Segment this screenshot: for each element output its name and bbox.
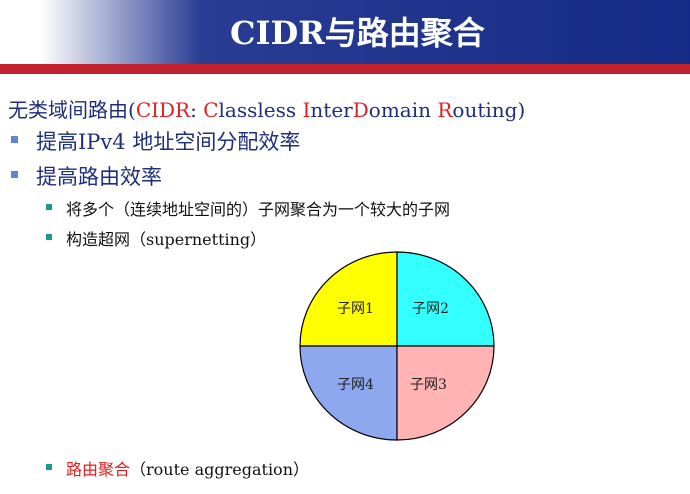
letter-r: R <box>437 98 453 122</box>
cidr-prefix: 无类域间路由( <box>8 98 136 122</box>
subnet-pie-diagram <box>299 251 495 441</box>
slide-header: CIDR与路由聚合 <box>0 0 690 64</box>
cidr-colon: : <box>190 98 204 122</box>
bullet-square-icon <box>11 136 18 143</box>
word-classless: lassless <box>218 98 303 122</box>
subnet-3-label: 子网3 <box>410 377 447 393</box>
slide-title: CIDR与路由聚合 <box>230 14 485 52</box>
sub-bullet-square-icon <box>46 234 52 240</box>
sub-bullet-square-icon <box>46 464 52 470</box>
sub-bullet-route-aggregation: 路由聚合（route aggregation） <box>66 456 309 480</box>
subnet-4-label: 子网4 <box>337 377 374 393</box>
letter-d: D <box>352 98 369 122</box>
sub-bullet-square-icon <box>46 204 52 210</box>
subnet-2-label: 子网2 <box>412 301 449 317</box>
cidr-definition: 无类域间路由(CIDR: Classless InterDomain Routi… <box>8 94 525 123</box>
sub-bullet-aggregate-subnets: 将多个（连续地址空间的）子网聚合为一个较大的子网 <box>66 200 451 219</box>
header-accent-bar <box>0 64 690 74</box>
sub-bullet-supernetting: 构造超网（supernetting） <box>66 230 267 249</box>
cidr-abbr: CIDR <box>135 98 191 122</box>
word-omain: omain <box>368 98 438 122</box>
route-aggregation-highlight: 路由聚合 <box>66 460 131 479</box>
bullet-ipv4-efficiency: 提高IPv4 地址空间分配效率 <box>36 130 301 154</box>
bullet-square-icon <box>11 171 18 178</box>
bullet-routing-efficiency: 提高路由效率 <box>36 165 162 189</box>
word-outing: outing) <box>452 98 526 122</box>
word-inter: nter <box>310 98 353 122</box>
route-aggregation-english: （route aggregation） <box>130 460 309 479</box>
subnet-1-label: 子网1 <box>337 301 374 317</box>
letter-c: C <box>203 98 219 122</box>
